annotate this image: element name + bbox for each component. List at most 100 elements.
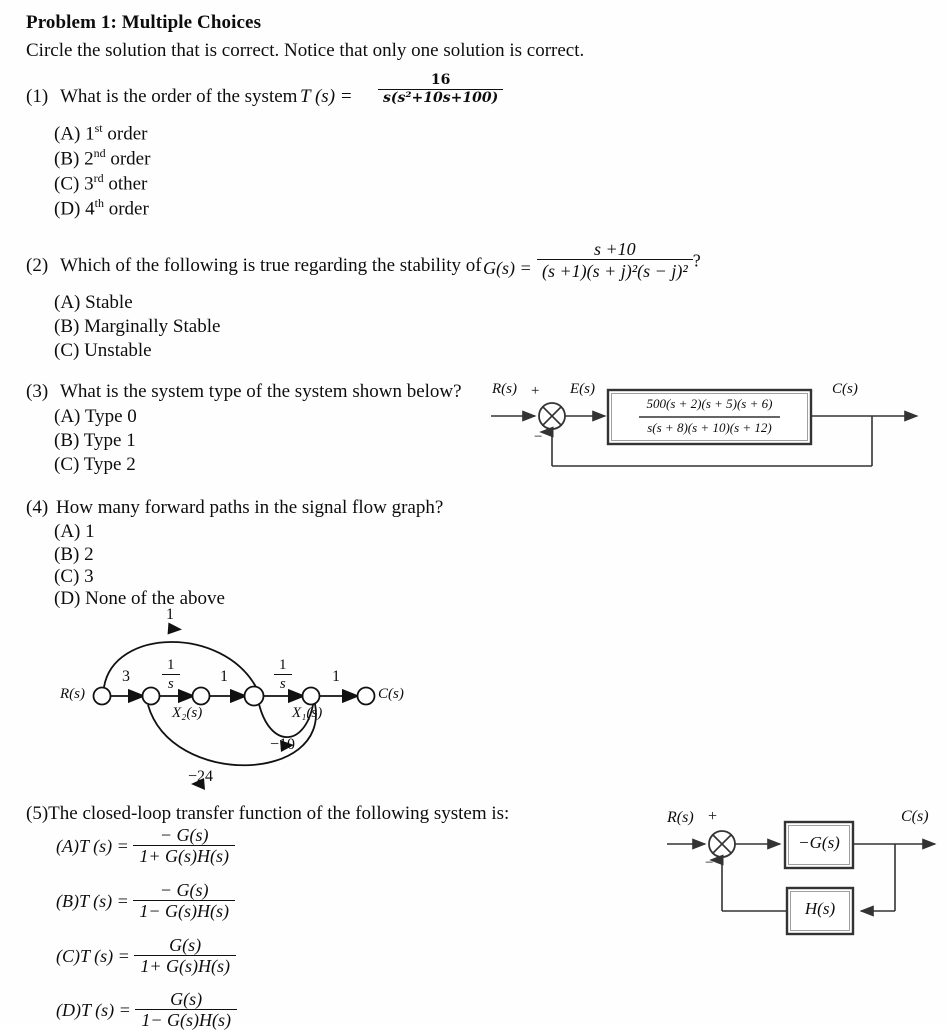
choice-tag: (D) xyxy=(54,198,81,220)
sfg-gain-int2-num: 1 xyxy=(279,657,287,673)
question-4-choice-d[interactable]: (D) None of the above xyxy=(54,588,225,610)
choice-value: 1 xyxy=(85,123,95,145)
question-1-text: What is the order of the system xyxy=(60,86,298,107)
q1-numerator: 16 xyxy=(430,72,451,88)
choice-tag: (D) xyxy=(56,1000,81,1021)
choice-ordinal-suffix: th xyxy=(94,196,104,210)
page-title: Problem 1: Multiple Choices xyxy=(26,12,262,33)
q2-question-mark: ? xyxy=(692,250,701,271)
bd2-input-label: R(s) xyxy=(667,809,694,826)
choice-rest: order xyxy=(108,198,149,220)
sfg-gain-mid: 1 xyxy=(220,668,228,685)
question-2-text: Which of the following is true regarding… xyxy=(60,255,482,276)
question-1-number: (1) xyxy=(26,86,49,107)
document-page: Problem 1: Multiple Choices Circle the s… xyxy=(0,0,949,1030)
question-4-choice-b[interactable]: (B) 2 xyxy=(54,544,94,566)
question-2-lhs: G(s) = xyxy=(483,258,532,278)
question-5-number: (5) xyxy=(26,803,49,824)
choice-numerator: − G(s) xyxy=(159,825,209,845)
question-2-choice-b[interactable]: (B) Marginally Stable xyxy=(54,316,220,338)
question-4-choice-c[interactable]: (C) 3 xyxy=(54,566,94,588)
choice-tag: (C) xyxy=(54,454,80,475)
choice-tag: (A) xyxy=(54,406,81,427)
choice-label: 2 xyxy=(84,544,94,565)
bd2-output-label: C(s) xyxy=(901,808,929,825)
choice-value: 4 xyxy=(85,198,95,220)
question-1-choice-c[interactable]: (C) 3rd other xyxy=(54,171,147,195)
choice-label: Stable xyxy=(85,292,133,313)
sfg-node-x1-label: X₁(s) xyxy=(292,705,323,721)
choice-label: Type 1 xyxy=(83,430,136,451)
q2-numerator: s +10 xyxy=(594,239,636,259)
bd1-error-label: E(s) xyxy=(570,381,595,397)
choice-numerator: G(s) xyxy=(169,935,202,955)
q1-denominator: s(s²+10s+100) xyxy=(378,88,504,107)
choice-numerator: − G(s) xyxy=(159,880,209,900)
choice-tag: (B) xyxy=(54,316,80,337)
choice-lhs: T (s) = xyxy=(81,1000,131,1021)
choice-label: Type 2 xyxy=(83,454,136,475)
sfg-loop-outer-gain: −24 xyxy=(188,768,214,785)
sfg-gain-int2-den: s xyxy=(274,673,292,693)
choice-tag: (A) xyxy=(54,521,81,542)
question-3-choice-c[interactable]: (C) Type 2 xyxy=(54,454,136,476)
sfg-gain-integrator-1: 1 s xyxy=(162,657,180,694)
choice-value: 3 xyxy=(84,173,94,195)
question-1-formula: 16 s(s²+10s+100) xyxy=(378,72,504,107)
choice-denominator: 1− G(s)H(s) xyxy=(135,1009,237,1030)
bd2-plus-sign: + xyxy=(708,808,718,825)
choice-tag: (B) xyxy=(54,148,80,170)
sfg-gain-integrator-2: 1 s xyxy=(274,657,292,694)
choice-tag: (B) xyxy=(54,544,80,565)
choice-lhs: T (s) = xyxy=(78,836,129,857)
choice-label: 3 xyxy=(84,566,94,587)
instruction-text: Circle the solution that is correct. Not… xyxy=(26,40,585,61)
question-3-choice-a[interactable]: (A) Type 0 xyxy=(54,406,137,428)
question-3-text: What is the system type of the system sh… xyxy=(60,381,462,402)
bd1-plus-sign: + xyxy=(531,383,540,399)
choice-label: None of the above xyxy=(85,588,225,609)
choice-lhs: T (s) = xyxy=(80,946,130,967)
sfg-gain-int1-num: 1 xyxy=(167,657,175,673)
question-5-choice-a[interactable]: (A)T (s) = − G(s) 1+ G(s)H(s) xyxy=(56,825,235,867)
choice-tag: (D) xyxy=(54,588,81,609)
q2-denominator: (s +1)(s + j)²(s − j)² xyxy=(537,259,693,281)
question-5-choice-b[interactable]: (B)T (s) = − G(s) 1− G(s)H(s) xyxy=(56,880,235,922)
choice-tag: (B) xyxy=(54,430,80,451)
bd1-output-label: C(s) xyxy=(832,381,858,397)
question-2-choice-c[interactable]: (C) Unstable xyxy=(54,340,152,362)
choice-tag: (A) xyxy=(54,123,81,145)
question-4-text: How many forward paths in the signal flo… xyxy=(56,497,444,518)
choice-ordinal-suffix: st xyxy=(94,121,103,135)
question-1-choice-d[interactable]: (D) 4th order xyxy=(54,196,149,220)
question-5-choice-c[interactable]: (C)T (s) = G(s) 1+ G(s)H(s) xyxy=(56,935,236,977)
block-diagram-unity-feedback: R(s) + − E(s) C(s) 500(s + 2)(s + 5)(s +… xyxy=(487,381,949,476)
question-2-choice-a[interactable]: (A) Stable xyxy=(54,292,133,314)
bd1-minus-sign: − xyxy=(534,429,543,445)
question-1-lhs: T (s) = xyxy=(300,86,353,107)
choice-value: 2 xyxy=(84,148,94,170)
choice-tag: (B) xyxy=(56,891,79,912)
question-5-choice-d[interactable]: (D)T (s) = G(s) 1− G(s)H(s) xyxy=(56,989,237,1031)
choice-rest: order xyxy=(107,123,148,145)
question-1-choice-a[interactable]: (A) 1st order xyxy=(54,121,148,145)
question-3-choice-b[interactable]: (B) Type 1 xyxy=(54,430,136,452)
bd2-forward-block-label: −G(s) xyxy=(798,833,840,852)
question-2-number: (2) xyxy=(26,255,49,276)
choice-denominator: 1+ G(s)H(s) xyxy=(134,955,236,976)
sfg-gain-int1-den: s xyxy=(162,673,180,693)
choice-numerator: G(s) xyxy=(170,989,203,1009)
question-4-choice-a[interactable]: (A) 1 xyxy=(54,521,95,543)
sfg-gain-top: 1 xyxy=(166,606,174,623)
question-5-line: (5)The closed-loop transfer function of … xyxy=(26,803,509,825)
bd2-feedback-block-label: H(s) xyxy=(804,899,836,918)
question-4-number: (4) xyxy=(26,497,49,518)
question-1-choice-b[interactable]: (B) 2nd order xyxy=(54,146,150,170)
choice-denominator: 1− G(s)H(s) xyxy=(133,900,235,921)
choice-label: Unstable xyxy=(84,340,152,361)
choice-tag: (C) xyxy=(54,173,80,195)
sfg-input-node-label: R(s) xyxy=(60,686,85,702)
choice-label: Type 0 xyxy=(84,406,137,427)
bd2-minus-sign: − xyxy=(705,855,714,871)
bd1-plant-denominator: s(s + 8)(s + 10)(s + 12) xyxy=(647,420,772,435)
